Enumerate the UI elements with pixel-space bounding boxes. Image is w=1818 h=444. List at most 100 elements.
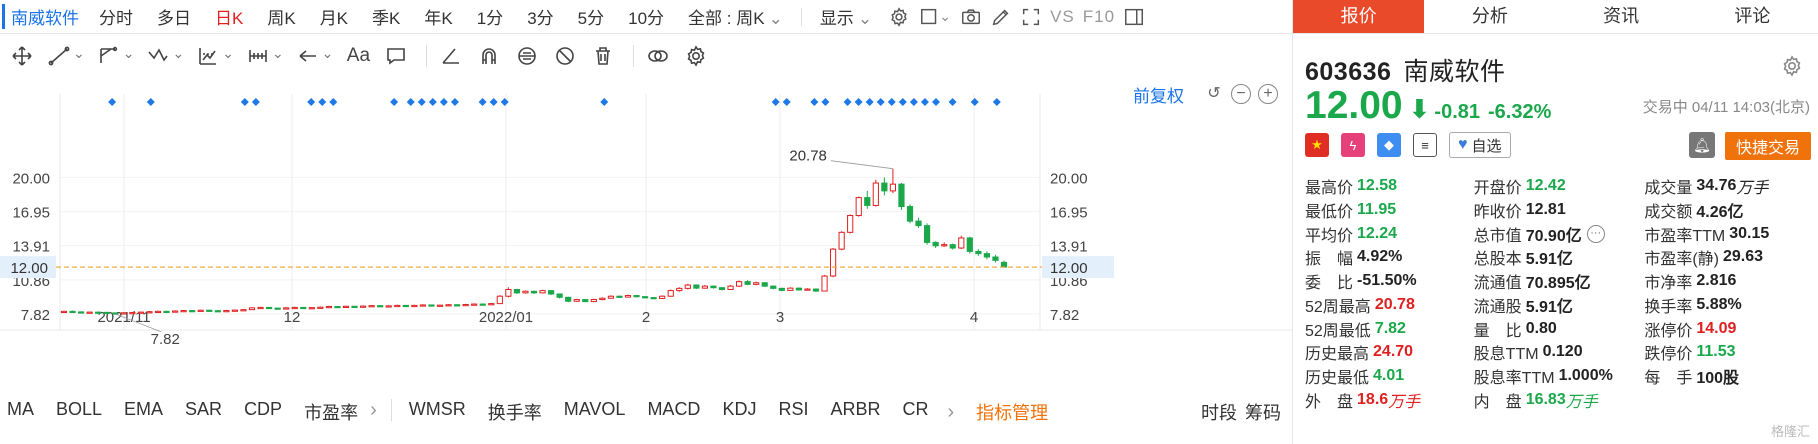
fibonacci-tool-icon[interactable] xyxy=(193,40,237,72)
move-icon[interactable] xyxy=(6,40,38,72)
kline-chart[interactable]: 20.00 20.00 16.95 16.95 13.91 13.91 10.86 10.86… xyxy=(0,80,1292,380)
comment-icon[interactable] xyxy=(380,40,412,72)
text-tool-icon[interactable]: Aa xyxy=(342,40,374,72)
stat-label: 52周最低 xyxy=(1305,322,1371,340)
fullscreen-icon[interactable] xyxy=(1016,2,1046,32)
quick-trade-button[interactable]: 快捷交易 xyxy=(1725,132,1811,160)
indicator-11[interactable]: RSI xyxy=(767,399,819,425)
stats-row: 52周最高 20.78 流通股 5.91亿 换手率 5.88% xyxy=(1305,293,1813,317)
period-4[interactable]: 月K xyxy=(308,4,360,29)
hide-drawing-icon[interactable] xyxy=(549,40,581,72)
margin-trading-icon[interactable]: ϟ xyxy=(1341,133,1365,157)
trash-icon[interactable] xyxy=(587,40,619,72)
candle-body xyxy=(847,215,854,233)
chevron-right-icon[interactable]: › xyxy=(362,399,385,425)
candle-body xyxy=(565,296,572,302)
period-0[interactable]: 分时 xyxy=(87,4,145,29)
period-10[interactable]: 10分 xyxy=(616,4,676,29)
settings-icon[interactable] xyxy=(884,2,914,32)
candle-body xyxy=(582,299,589,303)
indicator-5[interactable]: 市盈率 xyxy=(293,399,362,425)
indicator-10[interactable]: KDJ xyxy=(711,399,767,425)
range-select[interactable]: 全部 : 周K xyxy=(676,4,795,29)
zoom-out-icon[interactable]: − xyxy=(1231,84,1251,104)
quote-tab-2[interactable]: 资讯 xyxy=(1556,0,1687,33)
zoom-in-icon[interactable]: + xyxy=(1258,84,1278,104)
indicator-manage-button[interactable]: 指标管理 xyxy=(962,399,1062,425)
chevron-right-icon[interactable]: › xyxy=(939,401,962,424)
link-icon[interactable] xyxy=(642,40,674,72)
tag-icon[interactable]: ◆ xyxy=(1377,133,1401,157)
stat-label: 流通股 xyxy=(1473,298,1522,316)
signal-marker-diamond xyxy=(329,98,338,106)
candle-body xyxy=(496,295,503,305)
line-tool-icon[interactable] xyxy=(44,40,88,72)
camera-icon[interactable] xyxy=(956,2,986,32)
indicator-2[interactable]: EMA xyxy=(113,399,174,425)
stat-value: 20.78 xyxy=(1374,295,1415,313)
sidebar-toggle-icon[interactable] xyxy=(1119,2,1149,32)
candle-body xyxy=(453,304,461,307)
period-6[interactable]: 年K xyxy=(412,4,464,29)
indicator-9[interactable]: MACD xyxy=(636,399,711,425)
stat-value: 4.01 xyxy=(1373,367,1405,385)
compare-vs-button[interactable]: VS xyxy=(1046,7,1079,27)
period-9[interactable]: 5分 xyxy=(566,4,616,29)
arrow-tool-icon[interactable] xyxy=(293,40,337,72)
indicator-6[interactable]: WMSR xyxy=(398,399,477,425)
period-5[interactable]: 季K xyxy=(360,4,412,29)
stock-name-tab[interactable]: 南威软件 xyxy=(2,4,87,29)
stat-value: 5.91亿 xyxy=(1525,298,1573,316)
quote-tab-3[interactable]: 评论 xyxy=(1687,0,1818,33)
magnet-icon[interactable] xyxy=(473,40,505,72)
drawing-settings-icon[interactable] xyxy=(680,40,712,72)
angle-tool-icon[interactable] xyxy=(435,40,467,72)
signal-marker-diamond xyxy=(992,98,1001,106)
candle-body xyxy=(530,290,538,294)
indicator-chips[interactable]: 筹码 xyxy=(1241,399,1292,425)
indicator-3[interactable]: SAR xyxy=(174,399,233,425)
indicator-0[interactable]: MA xyxy=(0,399,45,425)
quote-tab-0[interactable]: 报价 xyxy=(1293,0,1425,33)
price-adjust-select[interactable]: 前复权 xyxy=(1133,82,1184,107)
pencil-icon[interactable] xyxy=(986,2,1016,32)
wave-tool-icon[interactable] xyxy=(143,40,187,72)
indicator-timeslot[interactable]: 时段 xyxy=(1190,399,1241,425)
indicator-7[interactable]: 换手率 xyxy=(477,399,553,425)
kline-chart-svg[interactable]: 20.00 20.0016.95 16.9513.91 13.9110.86 10.86… xyxy=(0,80,1292,380)
period-8[interactable]: 3分 xyxy=(515,4,565,29)
period-1[interactable]: 多日 xyxy=(145,4,203,29)
signal-marker-diamond xyxy=(500,98,509,106)
period-3[interactable]: 周K xyxy=(255,4,307,29)
period-7[interactable]: 1分 xyxy=(465,4,515,29)
channel-tool-icon[interactable] xyxy=(94,40,138,72)
period-2[interactable]: 日K xyxy=(203,4,255,29)
bell-icon[interactable]: 🔔︎ xyxy=(1689,132,1715,158)
stat-unit: 万手 xyxy=(1736,179,1769,197)
stat-value: 12.58 xyxy=(1357,176,1398,194)
add-watchlist-button[interactable]: ♥ 自选 xyxy=(1449,132,1511,158)
measure-tool-icon[interactable] xyxy=(243,40,287,72)
panel-settings-icon[interactable] xyxy=(1780,54,1804,78)
quote-tab-1[interactable]: 分析 xyxy=(1424,0,1555,33)
square-select-icon[interactable]: ⌄ xyxy=(914,2,956,32)
signal-marker-diamond xyxy=(307,98,316,106)
candle-body xyxy=(941,244,948,247)
notes-icon[interactable]: ≡ xyxy=(1413,133,1437,157)
candle-body xyxy=(684,284,691,289)
signal-marker-diamond xyxy=(909,98,918,106)
indicator-8[interactable]: MAVOL xyxy=(553,399,637,425)
indicator-4[interactable]: CDP xyxy=(233,399,293,425)
f10-button[interactable]: F10 xyxy=(1079,7,1119,27)
indicator-1[interactable]: BOLL xyxy=(45,399,113,425)
undo-icon[interactable]: ↺ xyxy=(1204,84,1224,104)
display-select[interactable]: 显示 xyxy=(808,4,884,29)
indicator-13[interactable]: CR xyxy=(891,399,939,425)
stat-value: 14.09 xyxy=(1696,319,1737,337)
stat-cell: 换手率 5.88% xyxy=(1644,293,1813,317)
more-icon[interactable]: ··· xyxy=(1586,224,1605,243)
indicator-12[interactable]: ARBR xyxy=(819,399,891,425)
stat-value: 34.76 xyxy=(1696,176,1737,194)
stat-value: 100股 xyxy=(1696,370,1740,388)
lock-drawing-icon[interactable] xyxy=(511,40,543,72)
